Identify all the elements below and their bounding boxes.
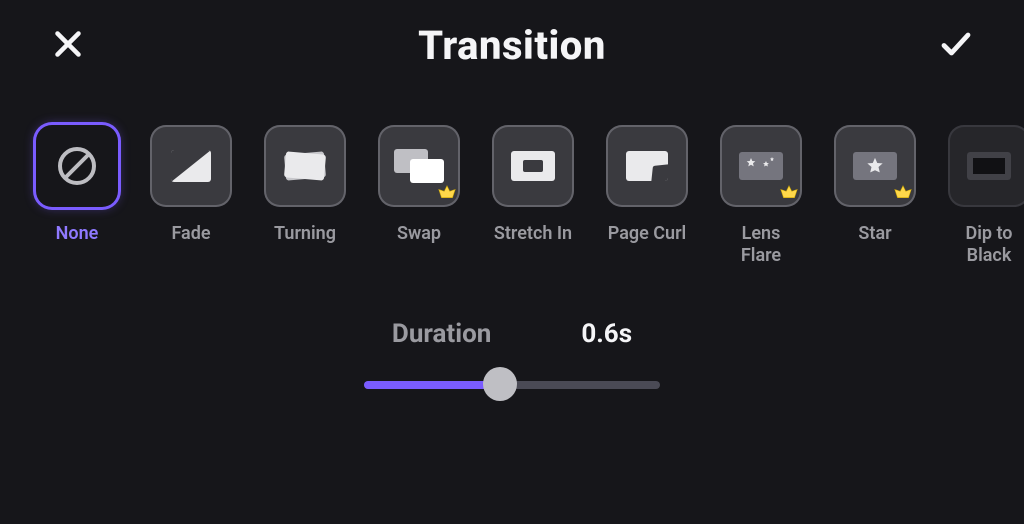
premium-icon: [892, 183, 914, 205]
transition-tile[interactable]: [264, 125, 346, 207]
transition-fade[interactable]: Fade: [150, 125, 232, 245]
transition-label: Turning: [274, 223, 336, 245]
transition-list[interactable]: None Fade Turning Swap Stretch In Page Curl Le…: [0, 69, 1024, 267]
fade-icon: [171, 150, 211, 182]
transition-tile[interactable]: [720, 125, 802, 207]
stretch-in-icon: [511, 151, 555, 181]
transition-tile[interactable]: [150, 125, 232, 207]
transition-label: Lens Flare: [720, 223, 802, 267]
transition-label: Stretch In: [494, 223, 572, 245]
slider-fill: [364, 381, 500, 389]
transition-label: Dip to Black: [948, 223, 1024, 267]
transition-tile[interactable]: [36, 125, 118, 207]
transition-label: Swap: [397, 223, 441, 245]
transition-label: Fade: [171, 223, 210, 245]
transition-lens-flare[interactable]: Lens Flare: [720, 125, 802, 267]
page-title: Transition: [418, 22, 606, 69]
transition-label: Page Curl: [608, 223, 687, 245]
transition-tile[interactable]: [378, 125, 460, 207]
transition-none[interactable]: None: [36, 125, 118, 245]
premium-icon: [436, 183, 458, 205]
transition-tile[interactable]: [834, 125, 916, 207]
duration-value: 0.6s: [581, 319, 632, 349]
transition-swap[interactable]: Swap: [378, 125, 460, 245]
confirm-button[interactable]: [938, 26, 974, 66]
transition-page-curl[interactable]: Page Curl: [606, 125, 688, 245]
close-button[interactable]: [50, 26, 86, 66]
none-icon: [55, 144, 99, 188]
close-icon: [50, 26, 86, 66]
transition-label: Star: [858, 223, 891, 245]
star-icon: [853, 152, 897, 180]
swap-icon: [394, 149, 444, 183]
transition-star[interactable]: Star: [834, 125, 916, 245]
transition-tile[interactable]: [606, 125, 688, 207]
transition-label: None: [56, 223, 99, 245]
transition-tile[interactable]: [492, 125, 574, 207]
checkmark-icon: [938, 26, 974, 66]
turning-icon: [282, 151, 328, 181]
slider-thumb[interactable]: [483, 367, 517, 401]
lens-flare-icon: [739, 152, 783, 180]
dip-to-black-icon: [967, 152, 1011, 180]
transition-tile[interactable]: [948, 125, 1024, 207]
transition-turning[interactable]: Turning: [264, 125, 346, 245]
duration-panel: Duration 0.6s: [0, 319, 1024, 401]
page-curl-icon: [626, 151, 668, 181]
premium-icon: [778, 183, 800, 205]
duration-label: Duration: [392, 319, 491, 349]
duration-slider[interactable]: [364, 367, 660, 401]
transition-dip-black[interactable]: Dip to Black: [948, 125, 1024, 267]
transition-stretch-in[interactable]: Stretch In: [492, 125, 574, 245]
